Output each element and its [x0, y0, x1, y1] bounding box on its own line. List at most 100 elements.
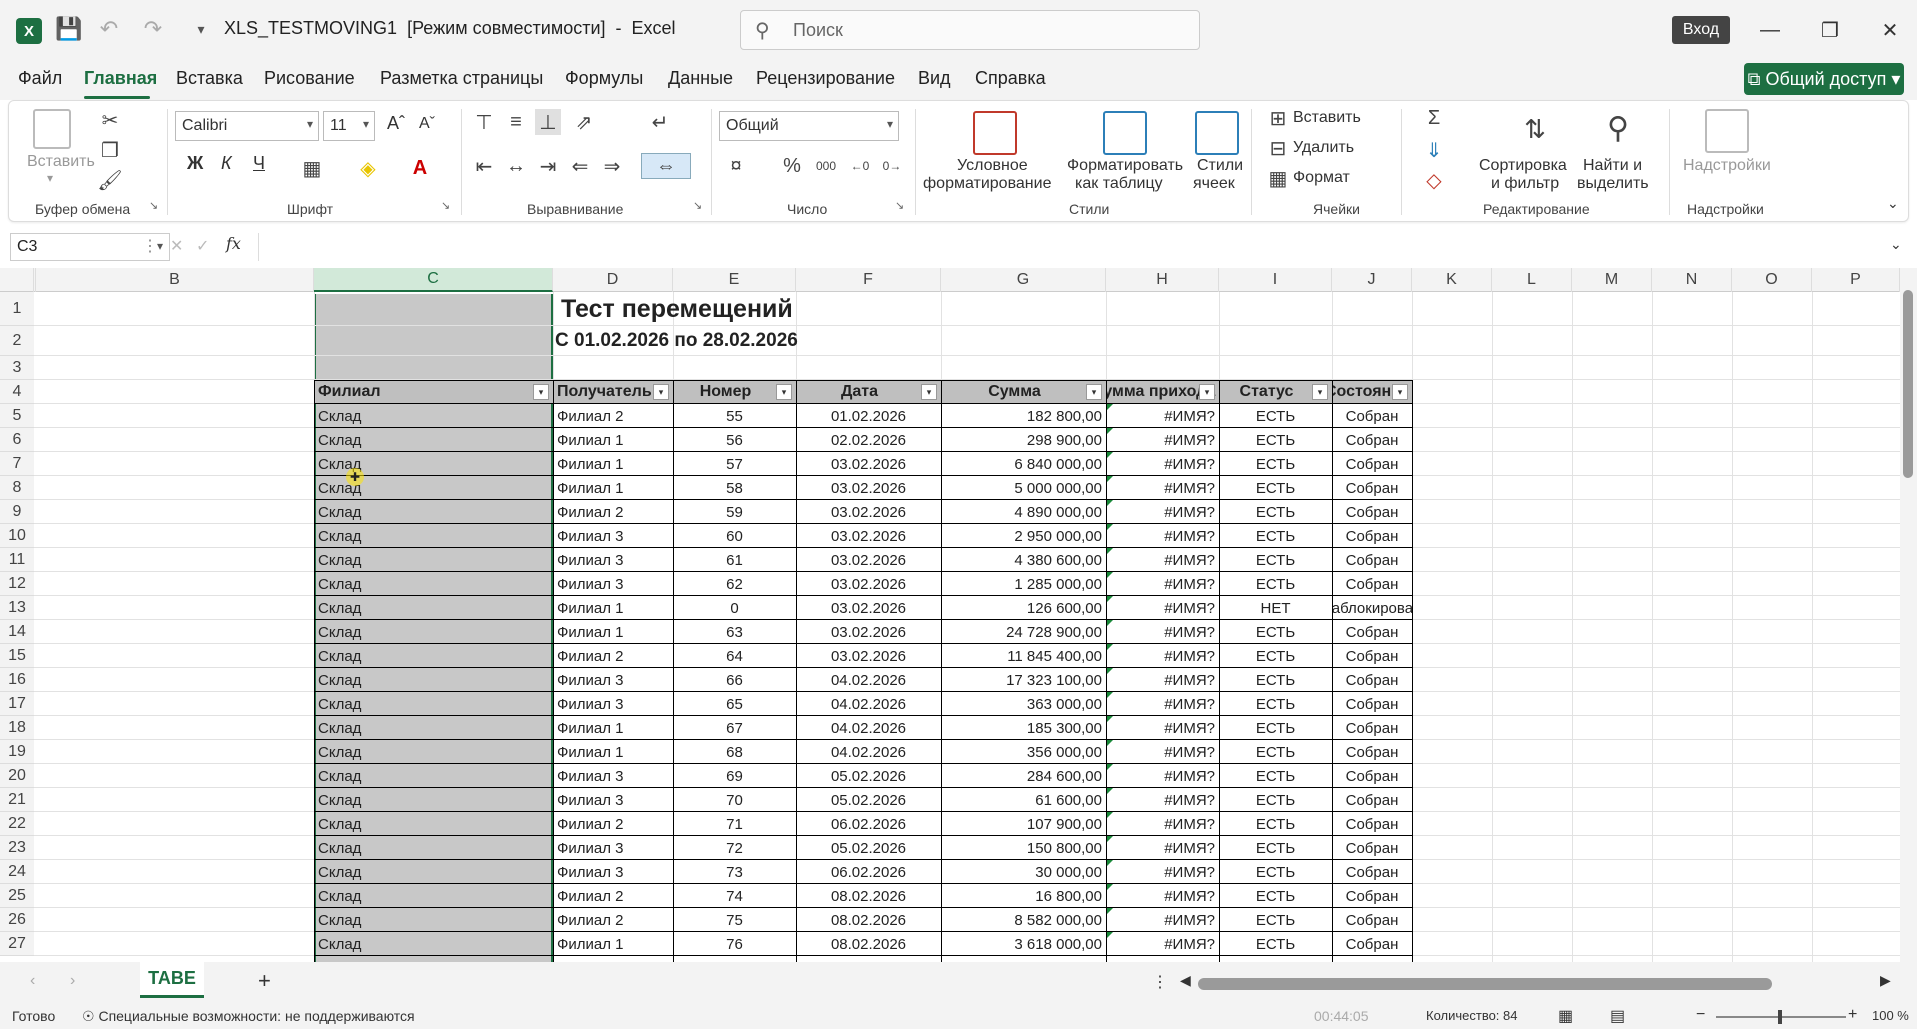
paste-button[interactable]: Вставить — [27, 153, 95, 171]
tab-review[interactable]: Рецензирование — [756, 68, 895, 89]
table-cell[interactable]: 67 — [673, 716, 796, 740]
filter-dropdown-icon[interactable]: ▾ — [1199, 384, 1215, 400]
table-cell[interactable]: Филиал 1 — [553, 596, 673, 620]
column-header-g[interactable]: G — [941, 268, 1106, 292]
column-header-e[interactable]: E — [673, 268, 796, 292]
increase-font-icon[interactable]: Aˆ — [387, 113, 405, 134]
table-cell[interactable]: 59 — [673, 500, 796, 524]
row-header[interactable]: 3 — [0, 356, 34, 380]
row-header[interactable]: 19 — [0, 740, 34, 764]
table-cell[interactable]: #ИМЯ? — [1106, 932, 1219, 956]
table-cell[interactable]: Филиал 2 — [553, 812, 673, 836]
table-cell[interactable]: Собран — [1332, 908, 1412, 932]
row-header[interactable]: 23 — [0, 836, 34, 860]
table-cell[interactable]: 4 890 000,00 — [941, 500, 1106, 524]
table-cell[interactable]: Филиал 3 — [553, 692, 673, 716]
table-cell[interactable]: 182 800,00 — [941, 404, 1106, 428]
table-cell[interactable]: Склад — [314, 716, 553, 740]
table-cell[interactable]: #ИМЯ? — [1106, 812, 1219, 836]
table-cell[interactable]: 70 — [673, 788, 796, 812]
table-cell[interactable]: ЕСТЬ — [1219, 860, 1332, 884]
delete-cells-icon[interactable]: ⊟ — [1265, 135, 1291, 161]
bold-button[interactable]: Ж — [187, 153, 203, 174]
zoom-slider-thumb[interactable] — [1778, 1010, 1782, 1024]
column-header-p[interactable]: P — [1812, 268, 1900, 292]
insert-function-icon[interactable]: fx — [226, 234, 241, 253]
table-cell[interactable]: #ИМЯ? — [1106, 668, 1219, 692]
table-cell[interactable]: Склад — [314, 692, 553, 716]
table-cell[interactable]: Филиал 1 — [553, 716, 673, 740]
table-cell[interactable]: 17 323 100,00 — [941, 668, 1106, 692]
table-cell[interactable]: 05.02.2026 — [796, 836, 941, 860]
table-cell[interactable]: 66 — [673, 668, 796, 692]
table-cell[interactable]: Филиал 2 — [553, 404, 673, 428]
cancel-entry-icon[interactable]: ✕ — [170, 236, 183, 256]
table-cell[interactable]: ЕСТЬ — [1219, 740, 1332, 764]
row-header[interactable]: 25 — [0, 884, 34, 908]
column-header-h[interactable]: H — [1106, 268, 1219, 292]
row-header[interactable]: 9 — [0, 500, 34, 524]
table-cell[interactable]: 24 728 900,00 — [941, 620, 1106, 644]
table-cell[interactable]: 08.02.2026 — [796, 884, 941, 908]
table-cell[interactable]: Склад — [314, 644, 553, 668]
table-cell[interactable]: 04.02.2026 — [796, 692, 941, 716]
table-cell[interactable]: Филиал 1 — [553, 452, 673, 476]
row-header[interactable]: 24 — [0, 860, 34, 884]
table-cell[interactable]: 57 — [673, 452, 796, 476]
row-header[interactable]: 22 — [0, 812, 34, 836]
normal-view-icon[interactable]: ▦ — [1558, 1006, 1573, 1026]
merge-center-icon[interactable]: ⇔ — [641, 153, 691, 179]
font-color-icon[interactable]: A — [407, 155, 433, 181]
tab-formulas[interactable]: Формулы — [565, 68, 643, 89]
table-cell[interactable]: Филиал 2 — [553, 500, 673, 524]
table-cell[interactable]: 05.02.2026 — [796, 788, 941, 812]
table-cell[interactable]: Собран — [1332, 572, 1412, 596]
table-cell[interactable]: #ИМЯ? — [1106, 884, 1219, 908]
tab-draw[interactable]: Рисование — [264, 68, 355, 89]
decrease-indent-icon[interactable]: ⇐ — [567, 153, 593, 179]
table-cell[interactable]: ЕСТЬ — [1219, 908, 1332, 932]
table-cell[interactable]: ЕСТЬ — [1219, 668, 1332, 692]
tab-page-layout[interactable]: Разметка страницы — [380, 68, 543, 89]
table-cell[interactable]: Филиал 1 — [553, 476, 673, 500]
table-cell[interactable]: 76 — [673, 932, 796, 956]
tab-help[interactable]: Справка — [975, 68, 1046, 89]
table-cell[interactable]: Склад — [314, 500, 553, 524]
table-cell[interactable]: Филиал 3 — [553, 788, 673, 812]
table-cell[interactable]: ЕСТЬ — [1219, 524, 1332, 548]
table-cell[interactable]: 284 600,00 — [941, 764, 1106, 788]
increase-decimal-icon[interactable]: ←0 — [847, 153, 873, 179]
row-header[interactable]: 1 — [0, 292, 34, 326]
find-select-icon[interactable]: ⚲ — [1599, 109, 1637, 147]
format-as-table-icon[interactable] — [1103, 111, 1147, 155]
table-cell[interactable]: Собран — [1332, 404, 1412, 428]
row-header[interactable]: 6 — [0, 428, 34, 452]
table-cell[interactable]: Филиал 2 — [553, 884, 673, 908]
accessibility-status[interactable]: ☉ Специальные возможности: не поддержива… — [82, 1008, 415, 1025]
format-as-table-button[interactable]: Форматировать — [1067, 157, 1183, 175]
addins-icon[interactable] — [1705, 109, 1749, 153]
column-header-j[interactable]: J — [1332, 268, 1412, 292]
table-cell[interactable]: Склад — [314, 548, 553, 572]
table-cell[interactable]: 126 600,00 — [941, 596, 1106, 620]
column-header-l[interactable]: L — [1492, 268, 1572, 292]
table-cell[interactable]: ЕСТЬ — [1219, 476, 1332, 500]
row-header[interactable]: 17 — [0, 692, 34, 716]
table-cell[interactable]: Склад — [314, 836, 553, 860]
table-cell[interactable]: 65 — [673, 692, 796, 716]
insert-cells-button[interactable]: Вставить — [1293, 109, 1361, 127]
table-cell[interactable]: ЕСТЬ — [1219, 548, 1332, 572]
undo-icon[interactable]: ↶ — [96, 16, 122, 42]
column-header-i[interactable]: I — [1219, 268, 1332, 292]
table-cell[interactable]: ЕСТЬ — [1219, 692, 1332, 716]
table-cell[interactable]: ЕСТЬ — [1219, 764, 1332, 788]
table-cell[interactable]: ЕСТЬ — [1219, 716, 1332, 740]
table-cell[interactable]: 107 900,00 — [941, 812, 1106, 836]
alignment-launcher-icon[interactable]: ↘ — [693, 199, 702, 212]
number-format-select[interactable]: Общий ▾ — [719, 111, 899, 141]
format-cells-icon[interactable]: ▦ — [1265, 165, 1291, 191]
table-cell[interactable]: 64 — [673, 644, 796, 668]
table-cell[interactable]: ЕСТЬ — [1219, 836, 1332, 860]
table-cell[interactable]: 08.02.2026 — [796, 908, 941, 932]
table-cell[interactable]: ЕСТЬ — [1219, 404, 1332, 428]
